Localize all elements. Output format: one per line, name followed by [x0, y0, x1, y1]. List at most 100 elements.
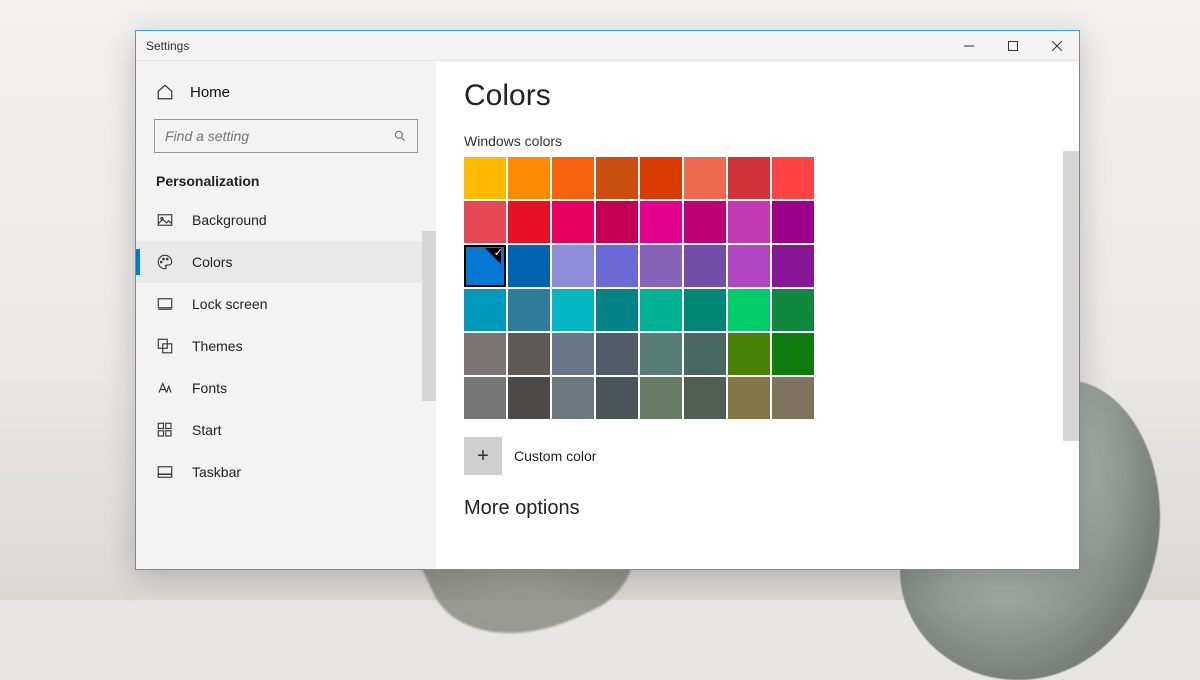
color-swatch[interactable]	[728, 333, 770, 375]
sidebar: Home Personalization Background Colors Loc…	[136, 61, 436, 569]
maximize-button[interactable]	[991, 31, 1035, 61]
color-swatch[interactable]	[728, 289, 770, 331]
plus-icon: +	[477, 445, 489, 468]
close-button[interactable]	[1035, 31, 1079, 61]
color-swatch[interactable]	[464, 333, 506, 375]
sidebar-item-lock-screen[interactable]: Lock screen	[136, 283, 436, 325]
color-swatch[interactable]	[552, 157, 594, 199]
sidebar-item-themes[interactable]: Themes	[136, 325, 436, 367]
color-swatch[interactable]	[552, 333, 594, 375]
color-swatch[interactable]	[464, 201, 506, 243]
color-swatch[interactable]	[684, 245, 726, 287]
custom-color-row: + Custom color	[464, 437, 1079, 475]
content-pane: Colors Windows colors ✓ + Custom color M…	[436, 61, 1079, 569]
start-icon	[156, 421, 174, 439]
color-swatch[interactable]	[464, 377, 506, 419]
color-swatch[interactable]	[684, 157, 726, 199]
minimize-button[interactable]	[947, 31, 991, 61]
content-scrollbar[interactable]	[1063, 151, 1079, 441]
color-swatch[interactable]	[640, 245, 682, 287]
color-swatch[interactable]	[508, 377, 550, 419]
color-swatch[interactable]	[728, 201, 770, 243]
sidebar-item-label: Taskbar	[192, 464, 241, 480]
swatch-section-label: Windows colors	[464, 133, 1079, 149]
picture-icon	[156, 211, 174, 229]
sidebar-item-taskbar[interactable]: Taskbar	[136, 451, 436, 493]
sidebar-nav: Background Colors Lock screen Themes Fonts St…	[136, 199, 436, 493]
color-swatch[interactable]	[464, 289, 506, 331]
window-title: Settings	[146, 39, 189, 53]
color-swatch[interactable]	[596, 157, 638, 199]
color-swatch[interactable]	[508, 333, 550, 375]
search-input[interactable]	[165, 128, 393, 144]
color-swatch[interactable]	[464, 157, 506, 199]
color-swatch[interactable]	[728, 377, 770, 419]
taskbar-icon	[156, 463, 174, 481]
home-icon	[156, 83, 174, 101]
color-swatch[interactable]	[772, 201, 814, 243]
home-button[interactable]: Home	[136, 73, 436, 111]
sidebar-item-label: Start	[192, 422, 222, 438]
color-swatch[interactable]	[508, 201, 550, 243]
color-swatch[interactable]	[640, 333, 682, 375]
color-swatch[interactable]	[596, 377, 638, 419]
titlebar: Settings	[136, 31, 1079, 61]
window-controls	[947, 31, 1079, 61]
sidebar-item-colors[interactable]: Colors	[136, 241, 436, 283]
sidebar-item-background[interactable]: Background	[136, 199, 436, 241]
window-body: Home Personalization Background Colors Loc…	[136, 61, 1079, 569]
sidebar-scrollbar[interactable]	[422, 231, 436, 401]
color-swatch[interactable]	[684, 377, 726, 419]
color-swatch[interactable]	[640, 201, 682, 243]
custom-color-button[interactable]: +	[464, 437, 502, 475]
color-swatch[interactable]	[596, 201, 638, 243]
sidebar-item-fonts[interactable]: Fonts	[136, 367, 436, 409]
color-swatch[interactable]	[552, 377, 594, 419]
color-swatch[interactable]	[596, 245, 638, 287]
color-swatch[interactable]	[508, 245, 550, 287]
sidebar-item-label: Fonts	[192, 380, 227, 396]
color-swatch[interactable]	[772, 157, 814, 199]
color-swatch[interactable]	[728, 157, 770, 199]
color-swatch[interactable]	[552, 245, 594, 287]
color-swatch[interactable]	[772, 377, 814, 419]
color-swatch[interactable]	[640, 377, 682, 419]
page-title: Colors	[464, 79, 1079, 113]
more-options-heading: More options	[464, 497, 1079, 520]
maximize-icon	[1008, 41, 1018, 51]
lock-screen-icon	[156, 295, 174, 313]
themes-icon	[156, 337, 174, 355]
color-swatch[interactable]	[684, 333, 726, 375]
color-swatch[interactable]	[640, 157, 682, 199]
palette-icon	[156, 253, 174, 271]
color-swatch[interactable]	[684, 289, 726, 331]
color-swatch[interactable]	[772, 245, 814, 287]
sidebar-item-label: Background	[192, 212, 267, 228]
close-icon	[1052, 41, 1062, 51]
sidebar-item-start[interactable]: Start	[136, 409, 436, 451]
color-swatch[interactable]	[772, 289, 814, 331]
color-swatch[interactable]	[772, 333, 814, 375]
search-icon	[393, 129, 407, 143]
sidebar-item-label: Lock screen	[192, 296, 267, 312]
color-swatch[interactable]: ✓	[464, 245, 506, 287]
color-swatch[interactable]	[596, 289, 638, 331]
sidebar-item-label: Colors	[192, 254, 232, 270]
color-swatch[interactable]	[552, 201, 594, 243]
color-swatch[interactable]	[552, 289, 594, 331]
home-label: Home	[190, 84, 230, 101]
fonts-icon	[156, 379, 174, 397]
search-box[interactable]	[154, 119, 418, 153]
color-swatch[interactable]	[728, 245, 770, 287]
color-swatch[interactable]	[640, 289, 682, 331]
color-swatch[interactable]	[596, 333, 638, 375]
custom-color-label: Custom color	[514, 448, 596, 464]
sidebar-section-header: Personalization	[136, 167, 436, 199]
color-swatch[interactable]	[684, 201, 726, 243]
settings-window: Settings Home	[135, 30, 1080, 570]
sidebar-item-label: Themes	[192, 338, 243, 354]
color-swatch-grid: ✓	[464, 157, 1079, 419]
color-swatch[interactable]	[508, 157, 550, 199]
minimize-icon	[964, 41, 974, 51]
color-swatch[interactable]	[508, 289, 550, 331]
